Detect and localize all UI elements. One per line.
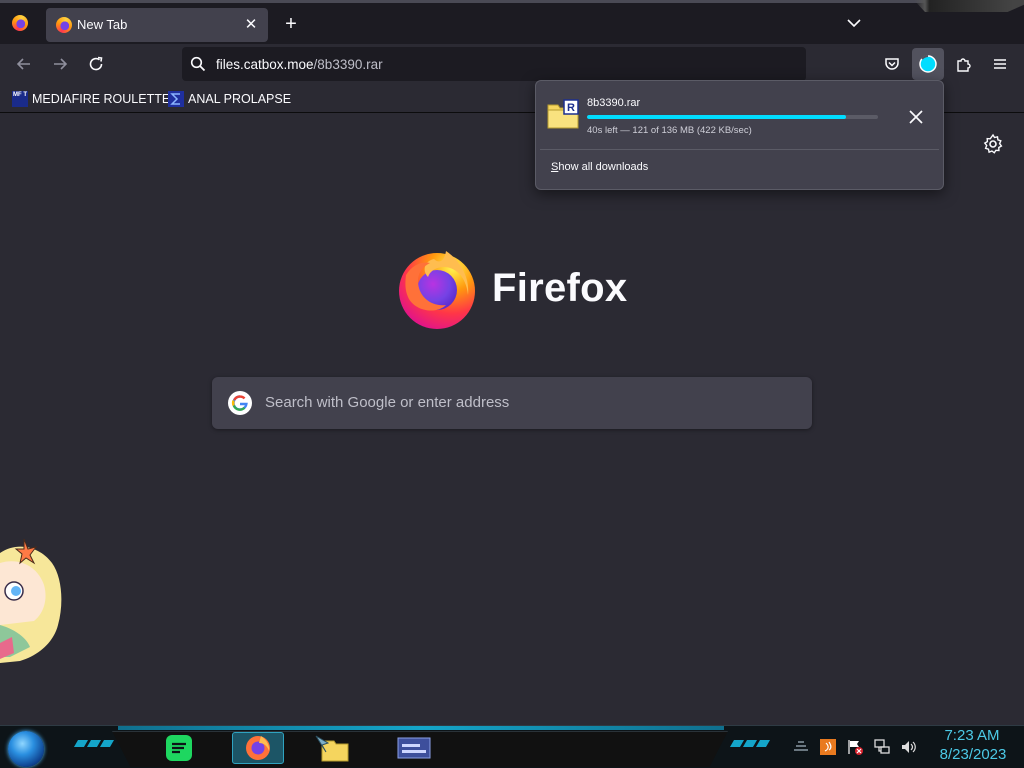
url-text[interactable]: files.catbox.moe/8b3390.rar	[216, 57, 383, 72]
show-hidden-icons-icon[interactable]	[792, 738, 810, 756]
window-icon	[397, 737, 431, 759]
search-icon	[190, 56, 206, 72]
bookmark-label: MEDIAFIRE ROULETTER	[32, 92, 180, 106]
list-all-tabs-icon[interactable]	[844, 13, 864, 33]
taskbar-decoration-left	[73, 740, 116, 750]
start-button[interactable]	[8, 731, 44, 767]
url-path: /8b3390.rar	[313, 57, 383, 72]
pocket-icon	[885, 58, 899, 70]
java-update-icon[interactable]	[819, 738, 837, 756]
back-arrow-icon	[16, 58, 30, 70]
volume-icon[interactable]	[900, 738, 918, 756]
spotify-icon	[166, 735, 192, 761]
pocket-button[interactable]	[878, 50, 906, 78]
newtab-search-box[interactable]: Search with Google or enter address	[212, 377, 812, 429]
firefox-view-icon[interactable]	[12, 15, 28, 31]
explorer-icon	[315, 735, 349, 762]
downloads-panel: R 8b3390.rar 40s left — 121 of 136 MB (4…	[535, 80, 944, 190]
back-button[interactable]	[10, 50, 38, 78]
address-bar[interactable]: files.catbox.moe/8b3390.rar	[182, 47, 806, 81]
forward-arrow-icon	[54, 58, 68, 70]
rar-archive-icon: R	[547, 99, 579, 129]
cancel-download-icon[interactable]	[904, 105, 928, 129]
download-filename[interactable]: 8b3390.rar	[587, 97, 640, 109]
taskbar-file-explorer[interactable]	[304, 732, 360, 764]
navigation-toolbar: files.catbox.moe/8b3390.rar	[0, 44, 1024, 85]
download-progress-icon	[919, 55, 937, 73]
new-tab-button[interactable]: +	[280, 13, 302, 35]
search-placeholder: Search with Google or enter address	[265, 394, 510, 411]
reload-button[interactable]	[82, 50, 110, 78]
tab-title: New Tab	[77, 17, 128, 32]
sigma-icon	[168, 91, 184, 107]
download-status: 40s left — 121 of 136 MB (422 KB/sec)	[587, 125, 752, 136]
bookmark-label: ANAL PROLAPSE	[188, 92, 292, 106]
mft-icon: MF T	[12, 91, 28, 107]
reload-icon	[89, 56, 103, 71]
svg-text:R: R	[567, 102, 575, 114]
bookmark-anal-prolapse[interactable]: ANAL PROLAPSE	[168, 90, 291, 108]
forward-button[interactable]	[46, 50, 74, 78]
taskbar: 7:23 AM 8/23/2023	[0, 725, 1024, 768]
tab-favicon-icon	[56, 17, 72, 33]
taskbar-firefox[interactable]	[232, 732, 284, 764]
firefox-icon	[246, 736, 270, 760]
gear-icon[interactable]	[982, 133, 1004, 155]
firefox-logo-icon	[399, 251, 475, 329]
show-all-downloads-button[interactable]: Show all downloads	[551, 161, 648, 173]
network-icon[interactable]	[873, 738, 891, 756]
desktop-mascot-character[interactable]	[0, 533, 64, 663]
theme-decoration	[914, 0, 1024, 12]
firefox-brand: Firefox	[396, 245, 627, 331]
taskbar-window[interactable]	[388, 732, 440, 764]
download-progress-fill	[587, 115, 846, 119]
taskbar-spotify[interactable]	[162, 732, 196, 764]
extensions-button[interactable]	[950, 50, 978, 78]
system-tray	[792, 736, 918, 758]
url-host: files.catbox.moe	[216, 57, 314, 72]
panel-divider	[540, 149, 939, 150]
taskbar-glow	[118, 726, 724, 730]
hamburger-menu-icon	[994, 59, 1006, 69]
google-icon	[228, 391, 252, 415]
bookmark-mediafire-rouletter[interactable]: MF T MEDIAFIRE ROULETTER	[12, 90, 179, 108]
downloads-button[interactable]	[912, 48, 944, 80]
tab-new-tab[interactable]: New Tab ✕	[46, 8, 268, 42]
taskbar-decoration-right	[729, 740, 772, 750]
clock-date[interactable]: 8/23/2023	[934, 746, 1012, 763]
puzzle-piece-icon	[957, 58, 971, 72]
new-tab-page: Firefox Search with Google or enter addr…	[0, 113, 1024, 725]
firefox-wordmark: Firefox	[492, 265, 628, 310]
clock-time[interactable]: 7:23 AM	[940, 727, 1004, 744]
action-center-flag-icon[interactable]	[846, 738, 864, 756]
tab-strip: New Tab ✕ +	[0, 0, 1024, 44]
download-progress-bar	[587, 115, 878, 119]
close-tab-icon[interactable]: ✕	[242, 16, 260, 34]
app-menu-button[interactable]	[986, 50, 1014, 78]
